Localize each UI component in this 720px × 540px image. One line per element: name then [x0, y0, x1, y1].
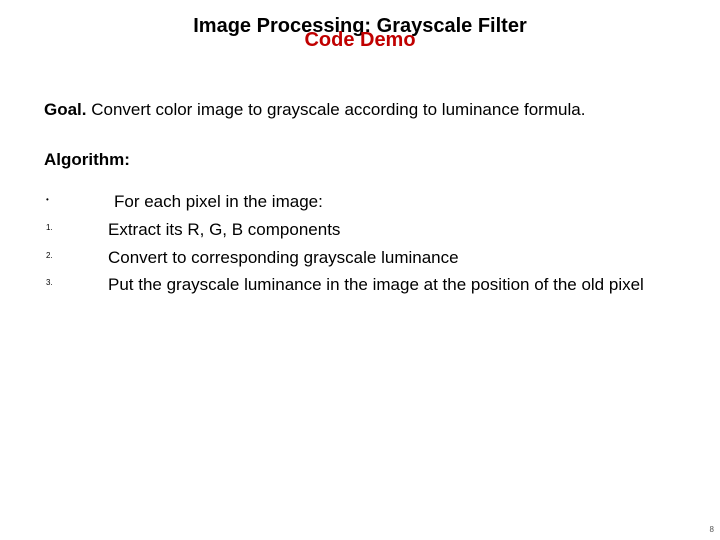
goal-label: Goal.: [44, 100, 87, 119]
step-number: 3.: [44, 273, 108, 294]
step-number: 1.: [44, 218, 108, 239]
step-text: Put the grayscale luminance in the image…: [108, 273, 676, 297]
goal-line: Goal. Convert color image to grayscale a…: [44, 100, 676, 120]
slide: Image Processing: Grayscale Filter Code …: [0, 0, 720, 540]
goal-text: Convert color image to grayscale accordi…: [87, 100, 586, 119]
list-item: 1. Extract its R, G, B components: [44, 218, 676, 242]
step-text: Extract its R, G, B components: [108, 218, 676, 242]
algorithm-label: Algorithm:: [44, 150, 676, 170]
bullet-icon: •: [44, 190, 108, 211]
list-item: 2. Convert to corresponding grayscale lu…: [44, 246, 676, 270]
step-text: Convert to corresponding grayscale lumin…: [108, 246, 676, 270]
algorithm-steps: • For each pixel in the image: 1. Extrac…: [44, 190, 676, 297]
title-line-2: Code Demo: [0, 30, 720, 50]
step-text: For each pixel in the image:: [108, 190, 676, 214]
list-item: 3. Put the grayscale luminance in the im…: [44, 273, 676, 297]
list-item: • For each pixel in the image:: [44, 190, 676, 214]
page-number: 8: [710, 525, 714, 534]
step-number: 2.: [44, 246, 108, 267]
slide-title: Image Processing: Grayscale Filter Code …: [0, 0, 720, 50]
